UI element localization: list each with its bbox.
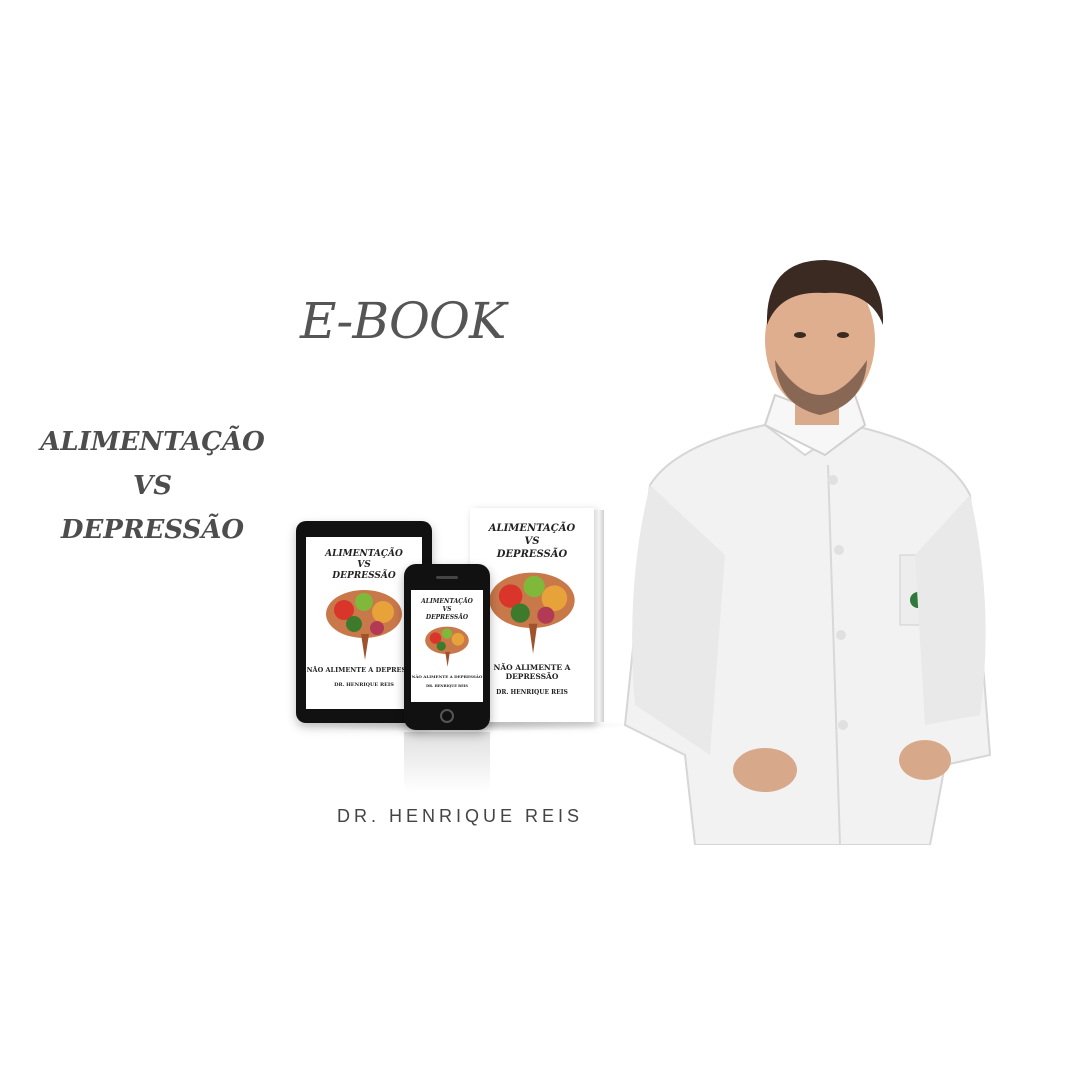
phone-reflection <box>404 732 490 792</box>
book-cover-line-2: VS <box>524 536 540 547</box>
phone-cover-line-3: DEPRESSÃO <box>425 614 469 621</box>
author-name: DR. HENRIQUE REIS <box>336 806 584 826</box>
phone-cover-title: ALIMENTAÇÃO VS DEPRESSÃO <box>411 598 483 622</box>
tablet-cover-line-1: ALIMENTAÇÃO <box>325 549 403 559</box>
doctor-portrait <box>623 260 992 845</box>
phone-mockup: ALIMENTAÇÃO VS DEPRESSÃO NÃO ALIMENTE A … <box>404 564 490 730</box>
phone-cover-subtitle: NÃO ALIMENTE A DEPRESSÃO <box>411 674 483 679</box>
phone-speaker <box>436 576 458 579</box>
phone-screen: ALIMENTAÇÃO VS DEPRESSÃO NÃO ALIMENTE A … <box>411 590 483 702</box>
title-line-1: ALIMENTAÇÃO <box>40 427 265 457</box>
brain-food-image <box>489 572 575 654</box>
phone-cover-line-2: VS <box>442 606 452 613</box>
phone-cover-line-1: ALIMENTAÇÃO <box>421 598 473 605</box>
book-title: ALIMENTAÇÃO VS DEPRESSÃO <box>30 420 275 552</box>
phone-cover-author: DR. HENRIQUE REIS <box>426 684 468 688</box>
book-cover-title: ALIMENTAÇÃO VS DEPRESSÃO <box>470 522 594 561</box>
title-line-2: VS <box>133 471 172 501</box>
brain-food-image <box>425 626 469 667</box>
phone-home-button <box>440 709 454 723</box>
ebook-heading: E-BOOK <box>300 292 506 350</box>
book-cover-line-3: DEPRESSÃO <box>496 549 568 560</box>
book-spine <box>594 510 604 722</box>
title-line-3: DEPRESSÃO <box>60 515 245 545</box>
brain-food-image <box>326 590 402 660</box>
book-cover-line-1: ALIMENTAÇÃO <box>488 523 576 534</box>
